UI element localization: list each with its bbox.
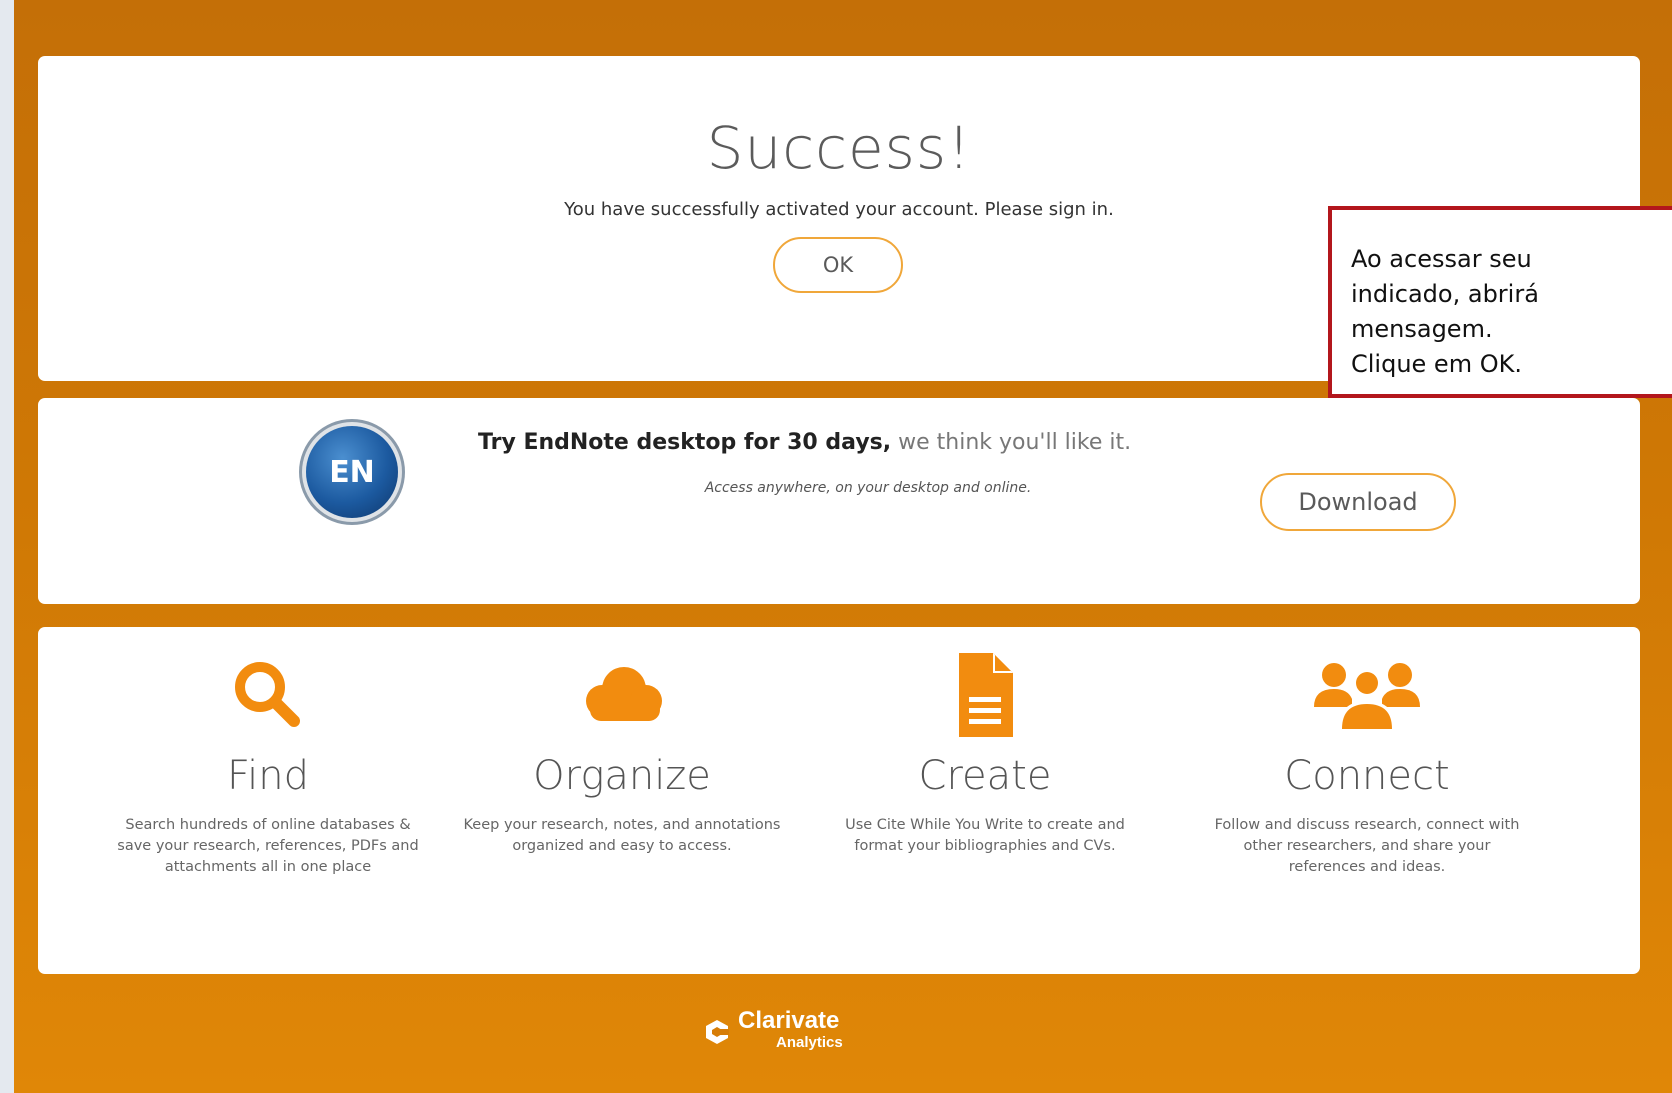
callout-line: mensagem. xyxy=(1351,315,1493,343)
endnote-headline-bold: Try EndNote desktop for 30 days, xyxy=(478,430,892,455)
features-card: Find Search hundreds of online databases… xyxy=(38,627,1640,974)
callout-line: Ao acessar seu xyxy=(1351,245,1532,273)
callout-line: indicado, abrirá xyxy=(1351,280,1539,308)
page-background: Success! You have successfully activated… xyxy=(14,0,1672,1093)
endnote-headline-rest: we think you'll like it. xyxy=(891,430,1132,455)
feature-title: Create xyxy=(918,753,1052,799)
endnote-headline: Try EndNote desktop for 30 days, we thin… xyxy=(478,430,1258,455)
search-icon xyxy=(235,662,300,727)
feature-description: Follow and discuss research, connect wit… xyxy=(1214,817,1520,875)
clarivate-logo: Clarivate Analytics xyxy=(702,1007,843,1053)
feature-description: Search hundreds of online databases & sa… xyxy=(117,817,419,875)
download-button[interactable]: Download xyxy=(1260,473,1456,531)
cloud-icon xyxy=(586,667,662,721)
feature-title: Connect xyxy=(1284,753,1450,799)
document-icon xyxy=(959,653,1013,737)
feature-title: Organize xyxy=(533,753,711,799)
clarivate-mark-icon xyxy=(706,1020,729,1044)
clarivate-name: Clarivate xyxy=(738,1007,840,1034)
success-title: Success! xyxy=(706,114,972,182)
feature-description: Use Cite While You Write to create and f… xyxy=(845,817,1125,854)
ok-button[interactable]: OK xyxy=(773,237,903,293)
clarivate-sub: Analytics xyxy=(776,1034,843,1051)
instruction-callout: Ao acessar seu indicado, abrirá mensagem… xyxy=(1328,206,1672,398)
endnote-subtitle: Access anywhere, on your desktop and onl… xyxy=(704,480,1032,496)
endnote-logo-text: EN xyxy=(329,454,375,490)
feature-description: Keep your research, notes, and annotatio… xyxy=(463,817,781,854)
feature-title: Find xyxy=(227,753,309,799)
endnote-promo-card: EN Try EndNote desktop for 30 days, we t… xyxy=(38,398,1640,604)
endnote-logo: EN xyxy=(306,426,398,518)
people-icon xyxy=(1314,663,1420,731)
callout-line: Clique em OK. xyxy=(1351,350,1522,378)
